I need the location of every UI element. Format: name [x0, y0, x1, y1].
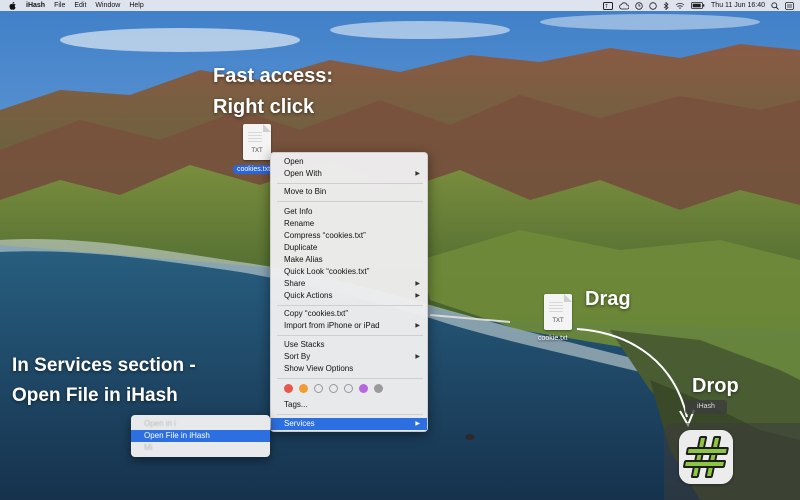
menu-window[interactable]: Window	[95, 0, 120, 11]
menu-item-label: Sort By	[284, 352, 311, 361]
file-lines	[248, 132, 262, 144]
dock-hover-label: iHash	[685, 400, 727, 414]
file-extension: TXT	[552, 318, 564, 324]
menu-item-label: Quick Actions	[284, 291, 333, 300]
tag-color-dot[interactable]	[344, 384, 353, 393]
status-area: T Thu 11 Jun 16:40	[597, 0, 794, 11]
menu-item-label: Use Stacks	[284, 340, 325, 349]
menu-item-label: Open With	[284, 169, 322, 178]
spotlight-search-icon[interactable]	[771, 1, 779, 10]
menu-item-get-info[interactable]: Get Info	[271, 206, 427, 218]
bluetooth-icon[interactable]	[663, 1, 669, 10]
menu-item-label: Share	[284, 279, 306, 288]
menu-item-label: Make Alias	[284, 255, 323, 264]
menu-separator	[277, 305, 423, 306]
menu-separator	[277, 201, 423, 202]
menu-item-label: Quick Look “cookies.txt”	[284, 267, 370, 276]
menu-item-compress[interactable]: Compress “cookies.txt”	[271, 230, 427, 242]
wifi-icon[interactable]	[675, 2, 685, 10]
cloud-icon[interactable]	[619, 1, 630, 10]
file-extension: TXT	[251, 148, 263, 154]
menu-item-quick-actions[interactable]: Quick Actions ▶	[271, 290, 427, 302]
services-item-other[interactable]: Mi	[131, 442, 270, 454]
menu-item-label: Show View Options	[284, 364, 354, 373]
menu-app-name[interactable]: iHash	[26, 0, 45, 11]
menu-item-label: Services	[284, 419, 315, 428]
menu-item-rename[interactable]: Rename	[271, 218, 427, 230]
tag-color-dot[interactable]	[314, 384, 323, 393]
menu-item-move-to-bin[interactable]: Move to Bin	[271, 186, 427, 198]
menu-item-tags[interactable]: Tags...	[271, 399, 427, 411]
menu-separator	[277, 335, 423, 336]
tag-color-dot[interactable]	[374, 384, 383, 393]
tag-color-dot[interactable]	[359, 384, 368, 393]
menu-item-copy[interactable]: Copy “cookies.txt”	[271, 308, 427, 320]
caption-drag: Drag	[585, 288, 631, 310]
context-menu: Open Open With ▶ Move to Bin Get Info Ren…	[270, 152, 428, 432]
menu-item-quick-look[interactable]: Quick Look “cookies.txt”	[271, 266, 427, 278]
menu-item-label: Get Info	[284, 207, 313, 216]
menu-item-open-with[interactable]: Open With ▶	[271, 168, 427, 180]
file-label[interactable]: cookie.txt	[538, 335, 568, 342]
menu-help[interactable]: Help	[129, 0, 143, 11]
menu-item-import[interactable]: Import from iPhone or iPad ▶	[271, 320, 427, 332]
tag-color-row	[284, 384, 389, 393]
caption-right-click: Right click	[213, 96, 315, 118]
apple-menu-icon[interactable]	[9, 1, 19, 10]
tag-color-dot[interactable]	[299, 384, 308, 393]
time-machine-icon[interactable]	[635, 1, 643, 10]
menu-item-label: Tags...	[284, 400, 308, 409]
services-item-open-file-in-ihash[interactable]: Open File in iHash	[131, 430, 270, 442]
menu-item-duplicate[interactable]: Duplicate	[271, 242, 427, 254]
submenu-arrow-icon: ▶	[415, 171, 420, 177]
menu-item-make-alias[interactable]: Make Alias	[271, 254, 427, 266]
menu-item-services[interactable]: Services ▶	[271, 418, 427, 430]
menu-item-label: Compress “cookies.txt”	[284, 231, 366, 240]
file-fold	[263, 124, 271, 132]
control-center-icon[interactable]	[785, 1, 794, 10]
services-submenu: Open in i Open File in iHash Mi	[131, 415, 270, 457]
caption-services-section: In Services section -	[12, 355, 196, 376]
menu-bar: iHash File Edit Window Help T Thu 11 Jun…	[0, 0, 800, 11]
submenu-arrow-icon: ▶	[415, 354, 420, 360]
submenu-arrow-icon: ▶	[415, 293, 420, 299]
caption-open-file-in-ihash: Open File in iHash	[12, 385, 178, 406]
tag-color-dot[interactable]	[284, 384, 293, 393]
menu-separator	[277, 414, 423, 415]
menu-item-sort-by[interactable]: Sort By ▶	[271, 351, 427, 363]
menu-item-show-view-options[interactable]: Show View Options	[271, 363, 427, 375]
drag-arrow-icon	[576, 328, 695, 428]
file-fold	[564, 294, 572, 302]
services-item-open-in[interactable]: Open in i	[131, 418, 270, 430]
circle-status-icon[interactable]	[649, 1, 657, 10]
menu-item-open[interactable]: Open	[271, 156, 427, 168]
menu-item-use-stacks[interactable]: Use Stacks	[271, 339, 427, 351]
menu-item-share[interactable]: Share ▶	[271, 278, 427, 290]
txt-file-icon[interactable]: TXT	[544, 294, 572, 330]
menu-separator	[277, 183, 423, 184]
txt-file-icon[interactable]: TXT	[243, 124, 271, 160]
menu-edit[interactable]: Edit	[74, 0, 86, 11]
caption-fast-access: Fast access:	[213, 65, 334, 87]
menu-item-label: Move to Bin	[284, 187, 327, 196]
submenu-arrow-icon: ▶	[415, 323, 420, 329]
svg-text:T: T	[605, 4, 608, 10]
menu-item-label: Open	[284, 157, 304, 166]
menu-item-label: Copy “cookies.txt”	[284, 309, 349, 318]
battery-icon[interactable]	[691, 2, 705, 9]
menu-item-label: Rename	[284, 219, 315, 228]
ihash-logo-icon	[679, 430, 733, 484]
tag-color-dot[interactable]	[329, 384, 338, 393]
menu-separator	[277, 378, 423, 379]
menu-file[interactable]: File	[54, 0, 65, 11]
menu-item-label: Import from iPhone or iPad	[284, 321, 380, 330]
input-source-icon[interactable]: T	[603, 1, 614, 10]
submenu-arrow-icon: ▶	[415, 421, 420, 427]
ihash-app-icon[interactable]	[679, 430, 733, 484]
menu-item-label: Duplicate	[284, 243, 318, 252]
submenu-arrow-icon: ▶	[415, 281, 420, 287]
menu-clock[interactable]: Thu 11 Jun 16:40	[711, 0, 765, 11]
file-lines	[549, 302, 563, 314]
